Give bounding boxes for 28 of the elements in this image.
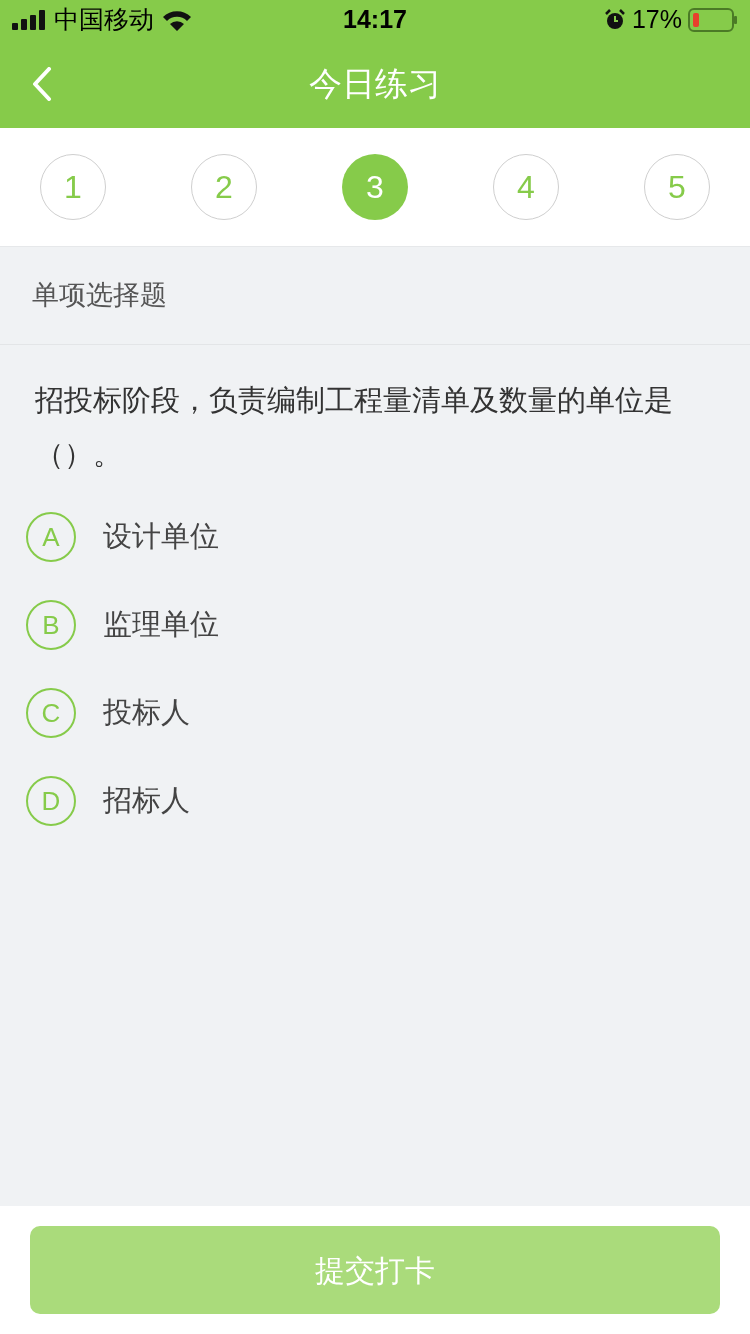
option-text: 投标人 (103, 695, 190, 731)
option-text: 设计单位 (103, 519, 219, 555)
answer-option[interactable]: A 设计单位 (26, 493, 724, 581)
battery-percent: 17% (631, 4, 682, 36)
question-number[interactable]: 4 (493, 154, 559, 220)
question-number[interactable]: 2 (191, 154, 257, 220)
back-icon (32, 67, 52, 101)
answer-option[interactable]: B 监理单位 (26, 581, 724, 669)
question-number[interactable]: 1 (40, 154, 106, 220)
battery-icon (688, 8, 738, 32)
section-title: 单项选择题 (32, 279, 167, 313)
signal-icon (12, 10, 46, 30)
answer-option[interactable]: D 招标人 (26, 757, 724, 845)
option-letter: A (26, 512, 76, 562)
page-title: 今日练习 (309, 64, 441, 105)
answer-option[interactable]: C 投标人 (26, 669, 724, 757)
alarm-icon (603, 9, 626, 31)
question-number[interactable]: 5 (644, 154, 710, 220)
option-letter: C (26, 688, 76, 738)
carrier-name: 中国移动 (54, 4, 154, 36)
option-text: 招标人 (103, 783, 190, 819)
option-letter: B (26, 600, 76, 650)
option-letter: D (26, 776, 76, 826)
option-text: 监理单位 (103, 607, 219, 643)
wifi-icon (162, 9, 192, 31)
clock-time: 14:17 (342, 4, 408, 36)
question-number[interactable]: 3 (342, 154, 408, 220)
question-text: 招投标阶段，负责编制工程量清单及数量的单位是（）。 (35, 383, 674, 472)
